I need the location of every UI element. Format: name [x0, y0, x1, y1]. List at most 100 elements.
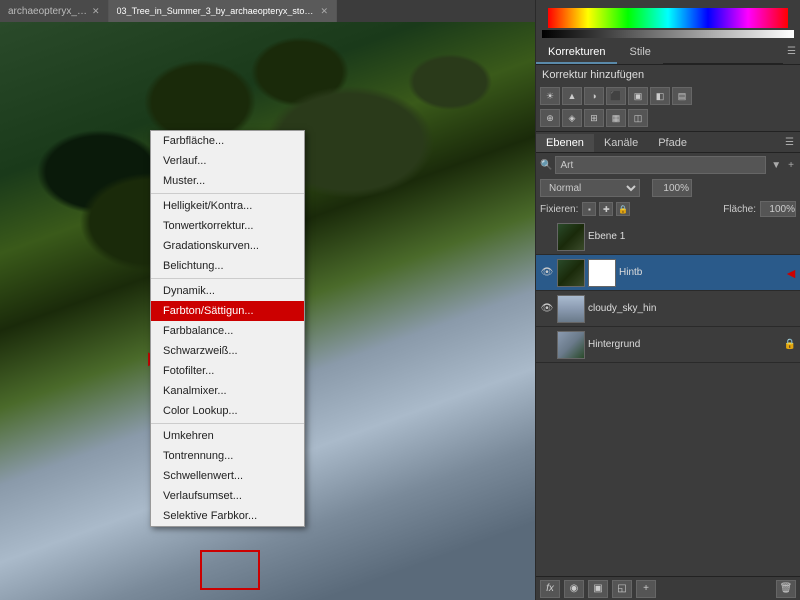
fill-input[interactable] — [760, 201, 796, 217]
menu-item-tonwert[interactable]: Tonwertkorrektur... — [151, 216, 304, 236]
delete-layer-button[interactable]: 🗑 — [776, 580, 796, 598]
menu-item-belichtung[interactable]: Belichtung... — [151, 256, 304, 276]
lock-label: Fixieren: — [540, 204, 578, 215]
tab-pfade[interactable]: Pfade — [648, 134, 697, 152]
layer-item-1[interactable]: 👁 Hintb ◄ — [536, 255, 800, 291]
tab-close-1[interactable]: ✕ — [321, 6, 329, 17]
menu-item-verlaufsumsetz[interactable]: Verlaufsumset... — [151, 486, 304, 506]
adj-icon-exposure[interactable]: ⬛ — [606, 87, 626, 105]
adj-icons-row-2: ⊕ ◈ ⊞ ▦ ◫ — [536, 107, 800, 129]
layer-visibility-1[interactable]: 👁 — [540, 266, 554, 280]
layer-thumb-1 — [557, 259, 585, 287]
arrow-indicator: ◄ — [784, 265, 798, 281]
adj-icon-posterize[interactable]: ◫ — [628, 109, 648, 127]
adj-icon-channelmix[interactable]: ⊞ — [584, 109, 604, 127]
blend-mode-select[interactable]: Normal — [540, 179, 640, 197]
layers-tabs: Ebenen Kanäle Pfade ☰ — [536, 134, 800, 153]
menu-item-dynamik[interactable]: Dynamik... — [151, 281, 304, 301]
panel-tabs: Korrekturen Stile ☰ — [536, 42, 800, 65]
lock-row: Fixieren: ▪ ✚ 🔒 Fläche: — [536, 199, 800, 219]
layer-thumb-0 — [557, 223, 585, 251]
adj-icon-vibrance[interactable]: ▣ — [628, 87, 648, 105]
menu-item-gradation[interactable]: Gradationskurven... — [151, 236, 304, 256]
opacity-input[interactable] — [652, 179, 692, 197]
layers-panel-menu[interactable]: ☰ — [779, 134, 800, 152]
tab-kanaele[interactable]: Kanäle — [594, 134, 648, 152]
layer-visibility-0[interactable] — [540, 230, 554, 244]
adj-icon-colorbalance[interactable]: ▤ — [672, 87, 692, 105]
menu-item-helligkeit[interactable]: Helligkeit/Kontra... — [151, 196, 304, 216]
tab-ebenen[interactable]: Ebenen — [536, 134, 594, 152]
menu-item-farbbalance[interactable]: Farbbalance... — [151, 321, 304, 341]
lock-pixels[interactable]: ▪ — [582, 202, 596, 216]
layer-name-3: Hintergrund — [588, 339, 779, 350]
search-box[interactable]: Art — [555, 156, 766, 174]
blend-mode-row: Normal — [536, 177, 800, 199]
adj-icons-row-1: ☀ ▲ ◑ ⬛ ▣ ◧ ▤ — [536, 85, 800, 107]
layers-search-row: 🔍 Art ▼ + — [536, 153, 800, 177]
menu-item-tontrennung[interactable]: Tontrennung... — [151, 446, 304, 466]
adj-icon-brightness[interactable]: ☀ — [540, 87, 560, 105]
layers-panel: Ebenen Kanäle Pfade ☰ 🔍 Art ▼ + Normal — [536, 134, 800, 600]
layer-name-1: Hintb — [619, 267, 796, 278]
filter-toggle[interactable]: ▼ — [769, 160, 783, 171]
adj-icon-levels[interactable]: ▲ — [562, 87, 582, 105]
menu-separator-3 — [151, 423, 304, 424]
tab-korrekturen[interactable]: Korrekturen — [536, 42, 617, 64]
menu-item-umkehren[interactable]: Umkehren — [151, 426, 304, 446]
menu-item-selektivfarbkor[interactable]: Selektive Farbkor... — [151, 506, 304, 526]
layer-item-2[interactable]: 👁 cloudy_sky_hin — [536, 291, 800, 327]
tab-close-0[interactable]: ✕ — [92, 6, 100, 17]
adjustment-layer-button[interactable]: ▣ — [588, 580, 608, 598]
dropdown-menu[interactable]: Farbfläche... Verlauf... Muster... Helli… — [150, 130, 305, 527]
tab-tree[interactable]: 03_Tree_in_Summer_3_by_archaeopteryx_sto… — [109, 0, 338, 22]
fx-button[interactable]: fx — [540, 580, 560, 598]
color-gradient-strip[interactable] — [548, 8, 788, 28]
fill-label: Fläche: — [723, 204, 756, 215]
search-label: Art — [560, 160, 573, 171]
lock-position[interactable]: ✚ — [599, 202, 613, 216]
tab-bar: archaeopteryx_stocks.jpg ✕ 03_Tree_in_Su… — [0, 0, 337, 22]
group-layer-button[interactable]: ◱ — [612, 580, 632, 598]
layer-add-icon[interactable]: + — [786, 160, 796, 171]
menu-item-farbflaeche[interactable]: Farbfläche... — [151, 131, 304, 151]
new-layer-button[interactable]: + — [636, 580, 656, 598]
adj-icon-curves[interactable]: ◑ — [584, 87, 604, 105]
menu-item-fotofilter[interactable]: Fotofilter... — [151, 361, 304, 381]
menu-item-farbton[interactable]: Farbton/Sättigun... — [151, 301, 304, 321]
search-icon: 🔍 — [540, 160, 552, 171]
layer-thumb-3 — [557, 331, 585, 359]
menu-item-kanalmixer[interactable]: Kanalmixer... — [151, 381, 304, 401]
new-fill-layer-button[interactable]: ◉ — [564, 580, 584, 598]
adj-icon-invert[interactable]: ▦ — [606, 109, 626, 127]
tab-label: archaeopteryx_stocks.jpg — [8, 6, 88, 17]
layer-name-2: cloudy_sky_hin — [588, 303, 796, 314]
layer-visibility-2[interactable]: 👁 — [540, 302, 554, 316]
tab-archaeopteryx[interactable]: archaeopteryx_stocks.jpg ✕ — [0, 0, 109, 22]
menu-item-muster[interactable]: Muster... — [151, 171, 304, 191]
menu-item-colorlookup[interactable]: Color Lookup... — [151, 401, 304, 421]
panel-header: Korrektur hinzufügen — [536, 65, 800, 85]
menu-item-verlauf[interactable]: Verlauf... — [151, 151, 304, 171]
tab-stile[interactable]: Stile — [617, 42, 662, 64]
tab-label-2: 03_Tree_in_Summer_3_by_archaeopteryx_sto… — [117, 6, 317, 16]
menu-item-schwellenwert[interactable]: Schwellenwert... — [151, 466, 304, 486]
layer-mask-thumb-1 — [588, 259, 616, 287]
adj-icon-hsl[interactable]: ◧ — [650, 87, 670, 105]
layers-bottom-toolbar: fx ◉ ▣ ◱ + 🗑 — [536, 576, 800, 600]
panel-menu-icon[interactable]: ☰ — [783, 42, 800, 64]
layer-visibility-3[interactable] — [540, 338, 554, 352]
adj-icon-bw[interactable]: ⊕ — [540, 109, 560, 127]
menu-separator-2 — [151, 278, 304, 279]
lock-icon-3: 🔒 — [784, 339, 796, 350]
layer-thumb-2 — [557, 295, 585, 323]
adj-icon-photofilter[interactable]: ◈ — [562, 109, 582, 127]
layer-item-3[interactable]: Hintergrund 🔒 — [536, 327, 800, 363]
right-panel: Korrekturen Stile ☰ Korrektur hinzufügen… — [535, 0, 800, 600]
layers-list: Ebene 1 👁 Hintb ◄ 👁 — [536, 219, 800, 576]
menu-item-schwarzweiss[interactable]: Schwarzweiß... — [151, 341, 304, 361]
lock-all[interactable]: 🔒 — [616, 202, 630, 216]
layer-name-0: Ebene 1 — [588, 231, 796, 242]
menu-separator-1 — [151, 193, 304, 194]
layer-item-0[interactable]: Ebene 1 — [536, 219, 800, 255]
